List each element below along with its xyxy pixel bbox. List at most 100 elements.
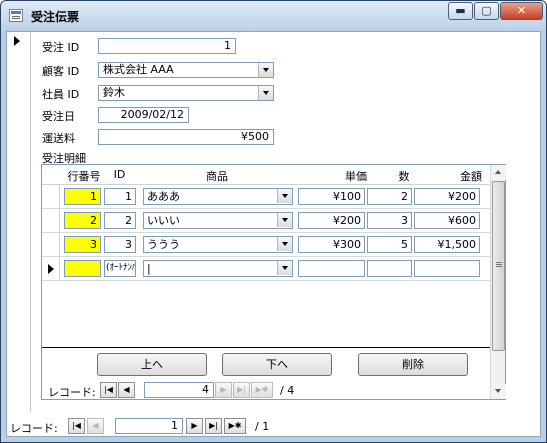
current-record-field[interactable]: 4 — [144, 382, 214, 398]
record-nav-label: レコード: — [48, 386, 96, 399]
grid-header: 行番号 ID 商品 単価 数 金額 — [42, 165, 490, 185]
product-value: ううう — [147, 238, 180, 251]
dropdown-arrow-icon[interactable] — [258, 86, 273, 100]
subform-record-navigator: レコード: |◀ ◀ 4 ▶ ▶| ▶✱ / 4 — [48, 382, 348, 399]
header-id: ID — [113, 168, 126, 181]
qty-cell[interactable]: 3 — [367, 212, 412, 229]
form-body: 受注 ID 1 顧客 ID 株式会社 AAA 社員 ID 鈴木 受注日 2009… — [6, 31, 541, 437]
table-row[interactable]: 2 2 いいい ¥200 3 ¥600 — [42, 209, 490, 233]
line-no-cell[interactable]: 2 — [64, 212, 101, 229]
employee-id-combo[interactable]: 鈴木 — [98, 85, 274, 101]
subform-vertical-scrollbar[interactable] — [490, 165, 506, 399]
customer-id-value: 株式会社 AAA — [103, 63, 174, 76]
price-cell[interactable]: ¥200 — [298, 212, 365, 229]
previous-record-icon[interactable]: ◀ — [118, 382, 135, 398]
move-up-button[interactable]: 上へ — [97, 353, 207, 376]
current-record-field[interactable]: 1 — [115, 418, 183, 434]
product-combo[interactable]: あああ — [143, 188, 293, 205]
record-total: / 1 — [255, 420, 270, 433]
price-cell[interactable] — [298, 260, 365, 277]
header-line-no: 行番号 — [67, 170, 101, 183]
product-combo[interactable]: ううう — [143, 236, 293, 253]
qty-cell[interactable]: 2 — [367, 188, 412, 205]
window-title: 受注伝票 — [31, 10, 80, 24]
record-total: / 4 — [280, 384, 295, 397]
subform-footer-divider — [42, 347, 490, 348]
product-combo[interactable]: | — [143, 260, 293, 277]
first-record-icon[interactable]: |◀ — [100, 382, 117, 398]
qty-cell[interactable] — [367, 260, 412, 277]
last-record-icon[interactable]: ▶| — [233, 382, 250, 398]
line-no-cell[interactable] — [64, 260, 101, 277]
row-selector[interactable] — [42, 233, 60, 257]
current-row-arrow-icon — [48, 264, 54, 274]
employee-id-label: 社員 ID — [42, 88, 80, 101]
next-record-icon[interactable]: ▶ — [186, 418, 203, 434]
table-row[interactable]: 1 1 あああ ¥100 2 ¥200 — [42, 185, 490, 209]
current-record-arrow-icon — [14, 36, 20, 46]
scroll-down-icon[interactable] — [491, 384, 506, 399]
shipping-field[interactable]: ¥500 — [98, 129, 274, 145]
order-id-field[interactable]: 1 — [98, 38, 236, 54]
amount-cell[interactable]: ¥200 — [414, 188, 480, 205]
row-selector[interactable] — [42, 209, 60, 233]
id-cell[interactable]: (ｵｰﾄﾅﾝﾊﾞｰ) — [104, 260, 136, 277]
employee-id-value: 鈴木 — [103, 86, 125, 99]
title-bar[interactable]: 受注伝票 ▬ ▢ ✕ — [1, 1, 546, 31]
new-record-icon[interactable]: ▶✱ — [251, 382, 273, 398]
qty-cell[interactable]: 5 — [367, 236, 412, 253]
dropdown-arrow-icon[interactable] — [277, 261, 292, 275]
dropdown-arrow-icon[interactable] — [277, 237, 292, 251]
id-cell[interactable]: 2 — [104, 212, 136, 229]
product-value: | — [147, 262, 151, 275]
product-value: いいい — [147, 214, 180, 227]
header-product: 商品 — [206, 170, 228, 183]
last-record-icon[interactable]: ▶| — [205, 418, 222, 434]
row-selector[interactable] — [42, 185, 60, 209]
next-record-icon[interactable]: ▶ — [215, 382, 232, 398]
amount-cell[interactable] — [414, 260, 480, 277]
product-combo[interactable]: いいい — [143, 212, 293, 229]
header-price: 単価 — [345, 170, 367, 183]
dropdown-arrow-icon[interactable] — [277, 189, 292, 203]
customer-id-label: 顧客 ID — [42, 65, 80, 78]
minimize-icon[interactable]: ▬ — [448, 2, 473, 20]
price-cell[interactable]: ¥300 — [298, 236, 365, 253]
scroll-thumb[interactable] — [492, 181, 505, 351]
amount-cell[interactable]: ¥600 — [414, 212, 480, 229]
record-selector[interactable] — [7, 32, 31, 412]
amount-cell[interactable]: ¥1,500 — [414, 236, 480, 253]
grip-icon — [496, 262, 502, 263]
close-icon[interactable]: ✕ — [500, 2, 543, 20]
table-row[interactable]: 3 3 ううう ¥300 5 ¥1,500 — [42, 233, 490, 257]
price-cell[interactable]: ¥100 — [298, 188, 365, 205]
header-amount: 金額 — [460, 170, 482, 183]
new-record-row[interactable]: (ｵｰﾄﾅﾝﾊﾞｰ) | — [42, 257, 490, 281]
record-nav-label: レコード: — [10, 422, 58, 435]
order-date-label: 受注日 — [42, 110, 75, 123]
previous-record-icon[interactable]: ◀ — [87, 418, 104, 434]
customer-id-combo[interactable]: 株式会社 AAA — [98, 62, 274, 78]
move-down-button[interactable]: 下へ — [222, 353, 332, 376]
delete-button[interactable]: 削除 — [358, 353, 468, 376]
id-cell[interactable]: 3 — [104, 236, 136, 253]
header-qty: 数 — [398, 170, 410, 183]
form-window: 受注伝票 ▬ ▢ ✕ 受注 ID 1 顧客 ID 株式会社 AAA 社員 ID … — [0, 0, 547, 443]
maximize-icon[interactable]: ▢ — [474, 2, 499, 20]
form-icon — [9, 9, 23, 22]
order-id-label: 受注 ID — [42, 41, 80, 54]
shipping-label: 運送料 — [42, 132, 75, 145]
scroll-up-icon[interactable] — [491, 165, 506, 180]
line-no-cell[interactable]: 1 — [64, 188, 101, 205]
new-record-icon[interactable]: ▶✱ — [224, 418, 246, 434]
first-record-icon[interactable]: |◀ — [68, 418, 85, 434]
dropdown-arrow-icon[interactable] — [277, 213, 292, 227]
product-value: あああ — [147, 190, 180, 203]
order-details-subform: 行番号 ID 商品 単価 数 金額 1 1 あああ ¥100 2 ¥200 2 … — [41, 164, 506, 400]
order-date-field[interactable]: 2009/02/12 — [98, 107, 189, 123]
line-no-cell[interactable]: 3 — [64, 236, 101, 253]
form-record-navigator: レコード: |◀ ◀ 1 ▶ ▶| ▶✱ / 1 — [10, 418, 330, 435]
dropdown-arrow-icon[interactable] — [258, 63, 273, 77]
id-cell[interactable]: 1 — [104, 188, 136, 205]
row-selector[interactable] — [42, 257, 60, 281]
